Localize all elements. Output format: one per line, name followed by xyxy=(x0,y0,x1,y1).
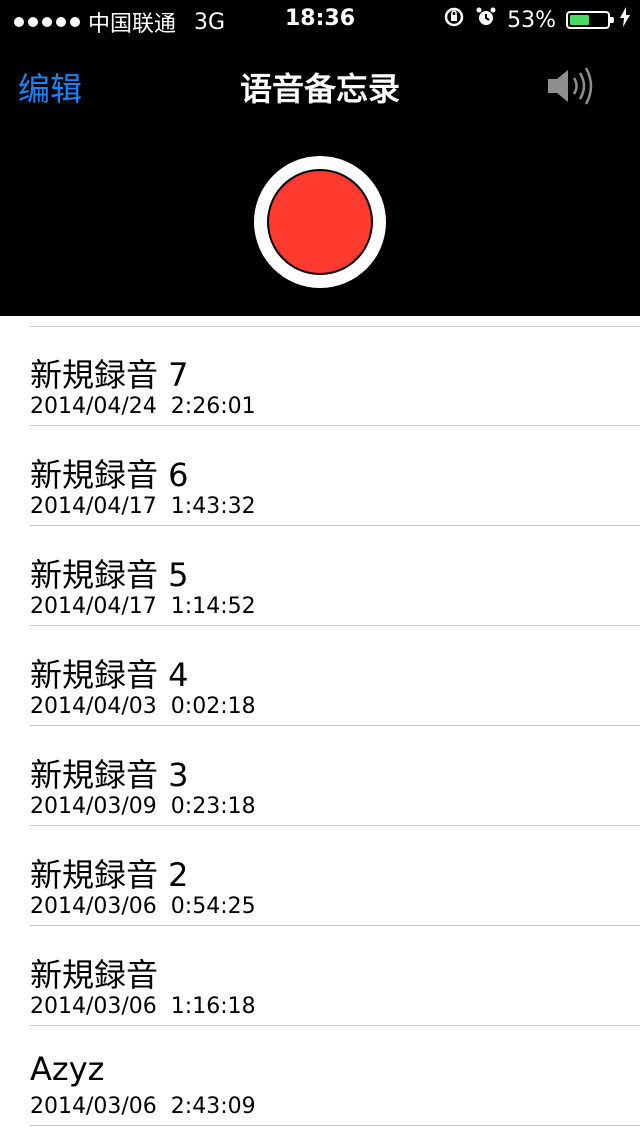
recording-date: 2014/03/09 0:23:18 xyxy=(30,794,256,819)
recording-date: 2014/03/06 2:43:09 xyxy=(30,1094,256,1119)
navigation-bar: 编辑 语音备忘录 xyxy=(0,58,640,114)
recording-date: 2014/04/24 2:26:01 xyxy=(30,394,256,419)
recording-row[interactable]: 新規録音 3 2014/03/09 0:23:18 xyxy=(0,726,640,826)
recording-row[interactable]: 新規録音 2 2014/03/06 0:54:25 xyxy=(0,826,640,926)
recording-row[interactable]: Azyz 2014/03/06 2:43:09 xyxy=(0,1026,640,1126)
top-panel: 中国联通 3G 18:36 53% 编辑 语音备忘录 xyxy=(0,0,640,316)
recording-name: Azyz xyxy=(30,1050,105,1088)
status-bar: 中国联通 3G 18:36 53% xyxy=(0,0,640,40)
recording-name: 新規録音 6 xyxy=(30,456,189,494)
battery-percent: 53% xyxy=(507,7,556,33)
alarm-icon xyxy=(475,6,497,34)
battery-icon xyxy=(566,11,614,29)
rotation-lock-icon xyxy=(443,6,465,34)
status-right: 53% xyxy=(443,6,630,34)
recording-name: 新規録音 3 xyxy=(30,756,189,794)
record-icon xyxy=(269,171,371,273)
recording-row[interactable]: 新規録音 2014/03/06 1:16:18 xyxy=(0,926,640,1026)
recording-date: 2014/04/17 1:43:32 xyxy=(30,494,256,519)
record-button[interactable] xyxy=(254,156,386,288)
recording-date: 2014/03/06 1:16:18 xyxy=(30,994,256,1019)
recording-name: 新規録音 7 xyxy=(30,356,189,394)
recording-name: 新規録音 5 xyxy=(30,556,189,594)
recording-row[interactable]: 新規録音 4 2014/04/03 0:02:18 xyxy=(0,626,640,726)
charging-icon xyxy=(620,7,630,33)
speaker-icon[interactable] xyxy=(544,62,600,110)
recording-row[interactable]: 新規録音 7 2014/04/24 2:26:01 xyxy=(0,326,640,426)
recording-name: 新規録音 2 xyxy=(30,856,189,894)
recording-row[interactable]: 新規録音 6 2014/04/17 1:43:32 xyxy=(0,426,640,526)
recording-name: 新規録音 4 xyxy=(30,656,189,694)
record-button-ring xyxy=(267,169,373,275)
recording-date: 2014/04/17 1:14:52 xyxy=(30,594,256,619)
row-separator xyxy=(30,1125,640,1126)
recording-name: 新規録音 xyxy=(30,956,159,994)
recording-date: 2014/04/03 0:02:18 xyxy=(30,694,256,719)
recording-date: 2014/03/06 0:54:25 xyxy=(30,894,256,919)
battery-fill xyxy=(570,15,590,25)
recording-row[interactable]: 新規録音 5 2014/04/17 1:14:52 xyxy=(0,526,640,626)
